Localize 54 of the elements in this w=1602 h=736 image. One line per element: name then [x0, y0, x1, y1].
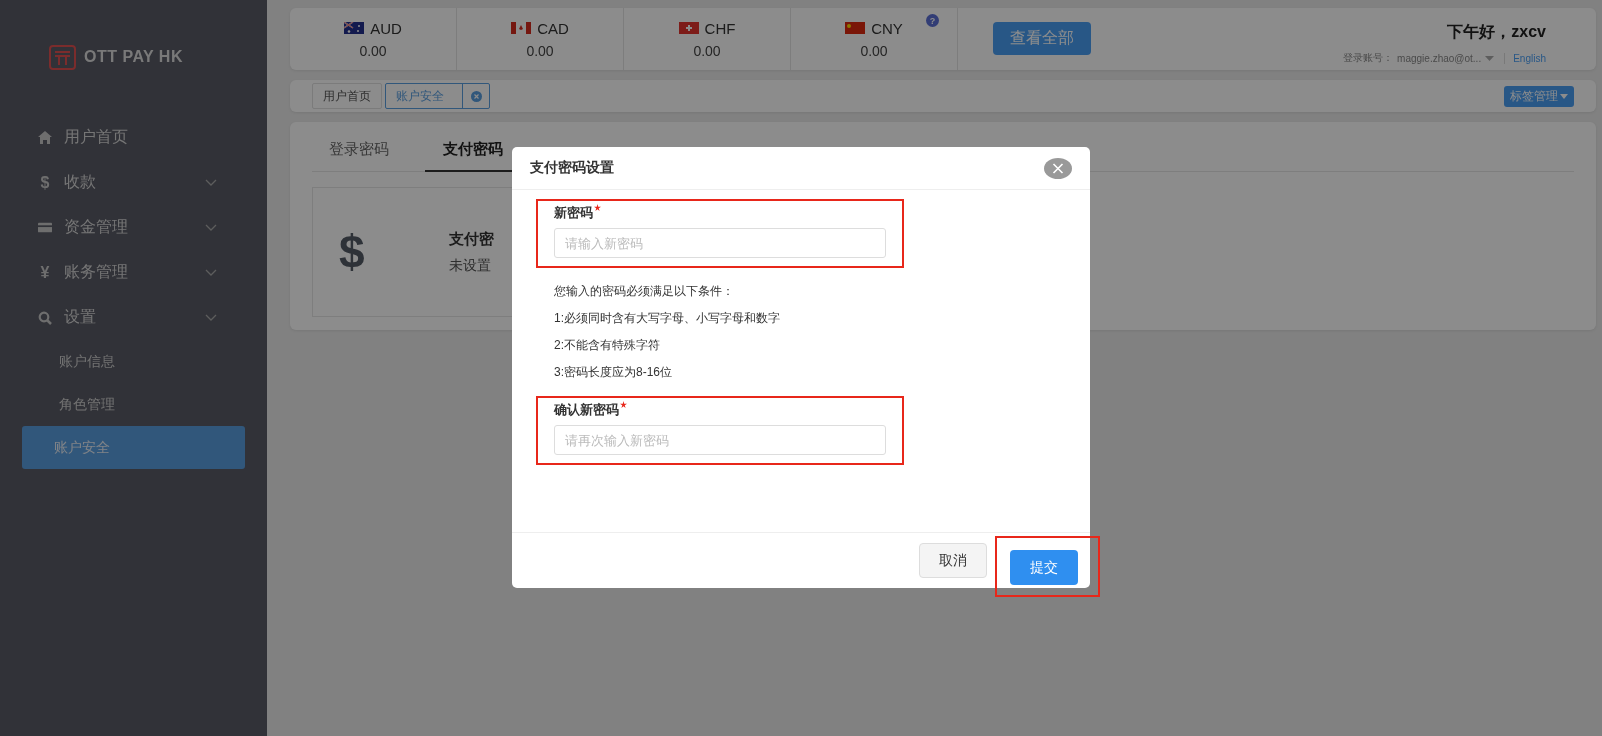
page-tag[interactable]: 用户首页 — [312, 83, 382, 109]
nav-subitem[interactable]: 账户信息 — [22, 340, 245, 383]
nav-item[interactable]: ¥ 账务管理 — [0, 250, 267, 295]
currency-code: CAD — [537, 19, 569, 37]
view-all-button[interactable]: 查看全部 — [993, 22, 1091, 55]
tab[interactable]: 登录密码 — [312, 140, 405, 172]
submit-button[interactable]: 提交 — [1010, 550, 1078, 585]
password-field[interactable]: 请输入新密码 — [554, 228, 886, 258]
field-label: 新密码 — [554, 204, 593, 222]
currency-code: CNY — [871, 19, 903, 37]
cancel-button[interactable]: 取消 — [919, 543, 987, 578]
page-tag[interactable]: 账户安全 — [385, 83, 490, 109]
logo-icon — [49, 44, 76, 70]
currency-symbol-icon: ¥ — [40, 263, 50, 282]
nav-item[interactable]: 资金管理 — [0, 205, 267, 250]
flag-icon — [511, 22, 532, 34]
currency-amount: 0.00 — [526, 42, 554, 59]
modal-title: 支付密码设置 — [530, 159, 614, 177]
currency-code: AUD — [370, 19, 402, 37]
account-name[interactable]: maggie.zhao@ot... — [1397, 52, 1482, 64]
currency-amount: 0.00 — [359, 42, 387, 59]
logo-text: OTT PAY HK — [84, 48, 183, 66]
field-label: 确认新密码 — [554, 401, 619, 419]
close-icon[interactable] — [1044, 157, 1072, 179]
card-icon — [38, 222, 52, 233]
caret-icon — [1560, 93, 1568, 99]
search-icon — [38, 310, 52, 325]
help-icon[interactable]: ? — [926, 14, 939, 27]
rule-text: 1:必须同时含有大写字母、小写字母和数字 — [554, 310, 781, 327]
dollar-icon: $ — [339, 225, 449, 279]
tag-menu-button[interactable]: 标签管理 — [1504, 85, 1574, 107]
nav-item[interactable]: 设置 — [0, 295, 267, 340]
rule-text: 2:不能含有特殊字符 — [554, 337, 661, 354]
flag-icon — [678, 22, 699, 34]
nav-item[interactable]: $ 收款 — [0, 160, 267, 205]
rules-intro: 您输入的密码必须满足以下条件： — [554, 283, 735, 300]
language-link[interactable]: English — [1504, 52, 1546, 64]
currency-amount: 0.00 — [693, 42, 721, 59]
home-icon — [38, 131, 52, 144]
nav-subitem[interactable]: 账户安全 — [22, 426, 245, 469]
card-title: 支付密 — [449, 229, 494, 249]
rule-text: 3:密码长度应为8-16位 — [554, 364, 674, 381]
nav-subitem[interactable]: 角色管理 — [22, 383, 245, 426]
caret-icon[interactable] — [1485, 55, 1495, 61]
greeting: 下午好，zxcv — [1447, 22, 1546, 42]
flag-icon — [344, 22, 365, 34]
password-field[interactable]: 请再次输入新密码 — [554, 425, 886, 455]
card-status: 未设置 — [449, 256, 492, 275]
close-icon[interactable] — [470, 90, 482, 102]
currency-amount: 0.00 — [860, 42, 888, 59]
nav-item[interactable]: 用户首页 — [0, 115, 267, 160]
flag-icon — [845, 22, 866, 34]
currency-code: CHF — [704, 19, 736, 37]
currency-symbol-icon: $ — [40, 173, 50, 192]
